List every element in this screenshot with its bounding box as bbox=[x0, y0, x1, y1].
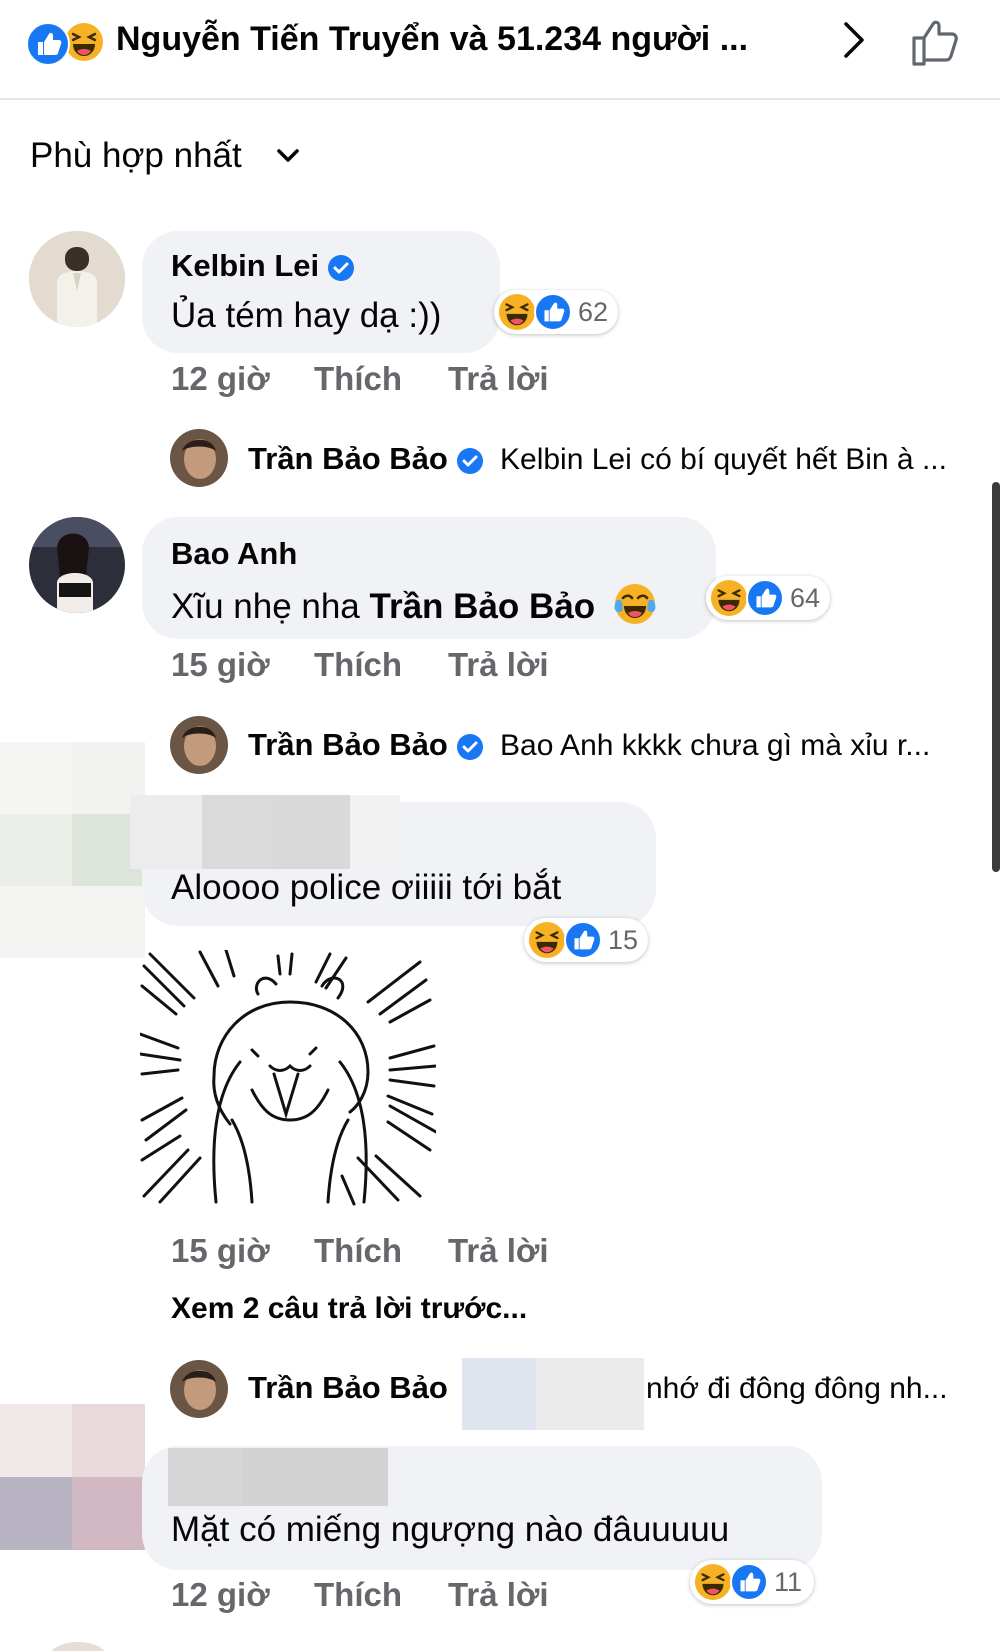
haha-reaction-icon bbox=[694, 1563, 732, 1601]
view-previous-replies-link[interactable]: Xem 2 câu trả lời trước... bbox=[171, 1292, 527, 1326]
reply-button[interactable]: Trả lời bbox=[448, 360, 549, 398]
pixelated-mention bbox=[462, 1358, 644, 1430]
sort-dropdown-label[interactable]: Phù hợp nhất bbox=[30, 136, 242, 176]
like-reaction-icon bbox=[534, 293, 572, 331]
verified-badge-icon bbox=[456, 447, 484, 475]
haha-reaction-icon bbox=[710, 579, 748, 617]
next-comment-avatar-partial bbox=[50, 1640, 106, 1651]
reaction-summary[interactable]: 64 bbox=[706, 576, 830, 620]
avatar[interactable] bbox=[29, 517, 125, 613]
comment-author[interactable]: Kelbin Lei bbox=[171, 248, 355, 284]
reply-author[interactable]: Trần Bảo Bảo bbox=[248, 1370, 448, 1406]
pixelated-avatar bbox=[0, 1404, 145, 1550]
comment-text: Aloooo police ơiiiii tới bắt bbox=[171, 868, 562, 907]
comment-time[interactable]: 15 giờ bbox=[171, 1232, 270, 1270]
reaction-count: 64 bbox=[790, 583, 821, 613]
reaction-summary[interactable]: 11 bbox=[690, 1560, 814, 1604]
comment-text-prefix: Xĩu nhẹ nha bbox=[171, 587, 370, 626]
reaction-count: 62 bbox=[578, 297, 609, 327]
like-button[interactable]: Thích bbox=[314, 1576, 402, 1614]
like-button[interactable]: Thích bbox=[314, 646, 402, 684]
reply-button[interactable]: Trả lời bbox=[448, 1232, 549, 1270]
tears-of-joy-emoji bbox=[613, 582, 657, 626]
reactions-summary-title[interactable]: Nguyễn Tiến Truyển và 51.234 người ... bbox=[116, 20, 748, 59]
comment-author[interactable]: Bao Anh bbox=[171, 536, 297, 572]
avatar[interactable] bbox=[29, 231, 125, 327]
verified-badge-icon bbox=[327, 254, 355, 282]
like-reaction-icon bbox=[746, 579, 784, 617]
like-button[interactable]: Thích bbox=[314, 360, 402, 398]
bunny-cheering-sticker[interactable] bbox=[138, 948, 438, 1206]
haha-reaction-icon bbox=[528, 921, 566, 959]
reaction-count: 11 bbox=[774, 1567, 803, 1597]
reactions-header[interactable]: Nguyễn Tiến Truyển và 51.234 người ... bbox=[0, 0, 1000, 100]
like-reaction-icon bbox=[564, 921, 602, 959]
thumbs-up-outline-icon[interactable] bbox=[908, 14, 964, 70]
scrollbar[interactable] bbox=[992, 482, 1000, 872]
reply-button[interactable]: Trả lời bbox=[448, 646, 549, 684]
comment-text: Mặt có miếng ngượng nào đâuuuuu bbox=[171, 1510, 730, 1549]
like-reaction-icon bbox=[730, 1563, 768, 1601]
avatar[interactable] bbox=[170, 1360, 228, 1418]
comment-time[interactable]: 15 giờ bbox=[171, 646, 270, 684]
chevron-right-icon[interactable] bbox=[832, 18, 876, 62]
author-name[interactable]: Trần Bảo Bảo bbox=[248, 727, 448, 762]
haha-reaction-icon bbox=[64, 22, 104, 62]
author-name[interactable]: Kelbin Lei bbox=[171, 248, 319, 283]
reaction-count: 15 bbox=[608, 925, 639, 955]
reaction-summary[interactable]: 15 bbox=[524, 918, 648, 962]
comment-text: Ủa tém hay dạ :)) bbox=[171, 296, 442, 335]
reaction-summary[interactable]: 62 bbox=[494, 290, 618, 334]
reply-author[interactable]: Trần Bảo Bảo bbox=[248, 727, 484, 763]
reply-preview-text[interactable]: Bao Anh kkkk chưa gì mà xỉu r... bbox=[500, 729, 930, 763]
mention-link[interactable]: Trần Bảo Bảo bbox=[370, 587, 596, 626]
verified-badge-icon bbox=[456, 733, 484, 761]
reply-author[interactable]: Trần Bảo Bảo bbox=[248, 441, 484, 477]
pixelated-avatar bbox=[0, 742, 145, 958]
pixelated-author-name bbox=[168, 1448, 388, 1506]
comment-time[interactable]: 12 giờ bbox=[171, 360, 270, 398]
like-button[interactable]: Thích bbox=[314, 1232, 402, 1270]
reply-preview-text[interactable]: nhớ đi đông đông nh... bbox=[646, 1372, 948, 1406]
author-name[interactable]: Trần Bảo Bảo bbox=[248, 441, 448, 476]
reply-button[interactable]: Trả lời bbox=[448, 1576, 549, 1614]
reply-preview-text[interactable]: Kelbin Lei có bí quyết hết Bin à ... bbox=[500, 443, 947, 477]
haha-reaction-icon bbox=[498, 293, 536, 331]
pixelated-author-name bbox=[130, 795, 400, 869]
avatar[interactable] bbox=[170, 716, 228, 774]
chevron-down-icon[interactable] bbox=[274, 146, 302, 166]
comment-text: Xĩu nhẹ nha Trần Bảo Bảo bbox=[171, 582, 657, 627]
like-reaction-icon bbox=[26, 22, 70, 66]
avatar[interactable] bbox=[170, 429, 228, 487]
comment-time[interactable]: 12 giờ bbox=[171, 1576, 270, 1614]
